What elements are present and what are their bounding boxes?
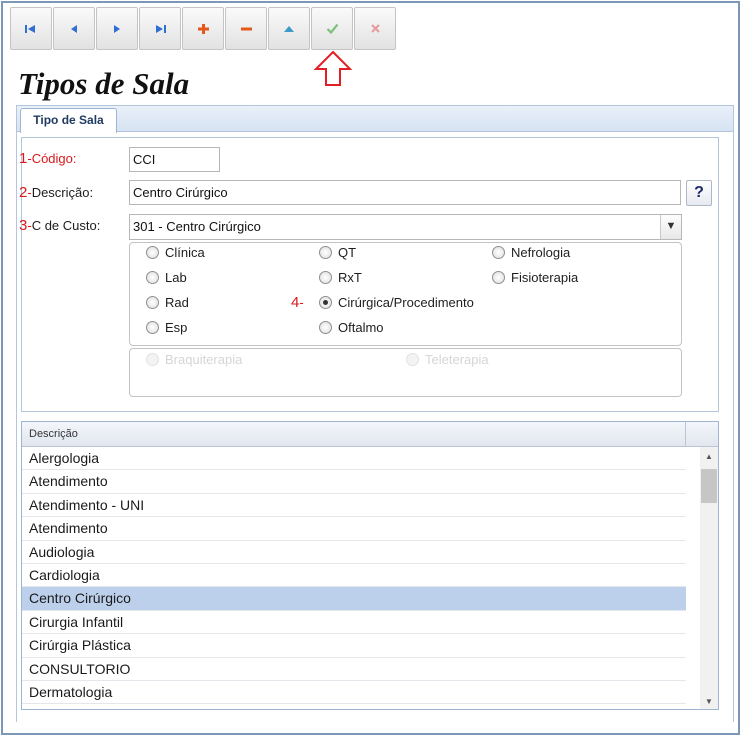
table-row[interactable]: Audiologia [22,541,686,564]
radio-circle [146,296,159,309]
cancel-button[interactable] [354,7,396,50]
confirm-button[interactable] [311,7,353,50]
sala-types-grid: Descrição Alergologia Atendimento Atendi… [21,421,719,710]
custo-label-text: C de Custo: [31,218,101,233]
up-triangle-icon [284,25,294,32]
radio-qt[interactable]: QT [319,245,356,260]
radio-label: QT [338,245,357,260]
radio-clinica[interactable]: Clínica [146,245,205,260]
radio-rxt[interactable]: RxT [319,270,362,285]
radio-lab[interactable]: Lab [146,270,187,285]
sala-type-radio-group [129,242,682,346]
codigo-label: 1-Código: [19,150,77,167]
radio-label: Nefrologia [511,245,571,260]
radio-label: Fisioterapia [511,270,579,285]
radio-label: Teleterapia [425,352,489,367]
x-icon [370,24,380,33]
table-row[interactable]: Cirúrgia Plástica [22,634,686,658]
first-record-button[interactable] [10,7,52,50]
grid-scrollbar[interactable]: ▲ ▼ [700,447,718,709]
radio-label: Rad [165,295,189,310]
radio-nefrologia[interactable]: Nefrologia [492,245,570,260]
radio-label: Cirúrgica/Procedimento [338,295,474,310]
table-row[interactable]: Dermatologia [22,681,686,705]
next-icon [114,24,120,33]
last-record-button[interactable] [139,7,181,50]
edit-button[interactable] [268,7,310,50]
descricao-label-text: Descrição: [31,185,94,200]
radio-circle [319,321,332,334]
radio-label: Braquiterapia [165,352,243,367]
table-row[interactable]: CONSULTORIO [22,658,686,681]
descricao-input[interactable]: Centro Cirúrgico [129,180,681,205]
table-row-selected[interactable]: Centro Cirúrgico [22,587,686,611]
annotation-sep-4: - [299,295,304,310]
radio-label: Lab [165,270,187,285]
radio-circle [406,353,419,366]
table-row[interactable]: Atendimento [22,470,686,494]
radio-label: Oftalmo [338,320,384,335]
column-header-descricao[interactable]: Descrição [22,422,686,446]
chevron-down-icon: ▼ [665,220,677,232]
previous-record-button[interactable] [53,7,95,50]
scrollbar-thumb[interactable] [701,469,717,503]
navigation-toolbar [10,7,397,50]
annotation-up-arrow-icon [313,50,353,86]
radio-circle [146,246,159,259]
tab-bar [16,105,734,132]
radio-label: RxT [338,270,362,285]
table-row[interactable]: Alergologia [22,447,686,471]
radio-label: Clínica [165,245,205,260]
first-icon [25,24,35,33]
minus-icon [241,27,252,30]
previous-icon [71,24,77,33]
table-row[interactable]: Atendimento - UNI [22,494,686,518]
radio-circle [146,271,159,284]
radio-circle [146,321,159,334]
grid-header: Descrição [22,422,718,447]
radio-teleterapia: Teleterapia [406,352,489,367]
custo-dropdown-button[interactable]: ▼ [660,215,681,239]
custo-label: 3-C de Custo: [19,217,100,234]
custo-select[interactable]: 301 - Centro Cirúrgico [129,214,682,240]
descricao-label: 2-Descrição: [19,184,93,201]
codigo-label-text: Código: [31,151,77,166]
scroll-down-icon[interactable]: ▼ [705,697,713,706]
radio-braquiterapia: Braquiterapia [146,352,242,367]
table-row[interactable]: Cirurgia Infantil [22,611,686,635]
next-record-button[interactable] [96,7,138,50]
codigo-input[interactable]: CCI [129,147,220,172]
radio-circle [319,246,332,259]
last-icon [156,24,166,33]
radio-rad[interactable]: Rad [146,295,189,310]
help-button[interactable]: ? [686,180,712,206]
check-icon [326,23,338,34]
radio-oftalmo[interactable]: Oftalmo [319,320,384,335]
delete-button[interactable] [225,7,267,50]
page-title: Tipos de Sala [18,66,190,101]
radio-circle [492,271,505,284]
table-row[interactable]: Cardiologia [22,564,686,588]
plus-icon [198,23,209,34]
radio-circle [146,353,159,366]
radio-label: Esp [165,320,188,335]
grid-rows: Alergologia Atendimento Atendimento - UN… [22,447,686,705]
radio-circle [319,271,332,284]
annotation-4: 4- [291,294,304,311]
scroll-up-icon[interactable]: ▲ [705,452,713,461]
table-row[interactable]: Atendimento [22,517,686,541]
radio-cirurgica-procedimento[interactable]: Cirúrgica/Procedimento [319,295,474,310]
tab-tipo-de-sala[interactable]: Tipo de Sala [20,108,117,133]
radio-fisioterapia[interactable]: Fisioterapia [492,270,578,285]
radio-esp[interactable]: Esp [146,320,187,335]
insert-button[interactable] [182,7,224,50]
radio-circle [492,246,505,259]
radio-circle-checked [319,296,332,309]
